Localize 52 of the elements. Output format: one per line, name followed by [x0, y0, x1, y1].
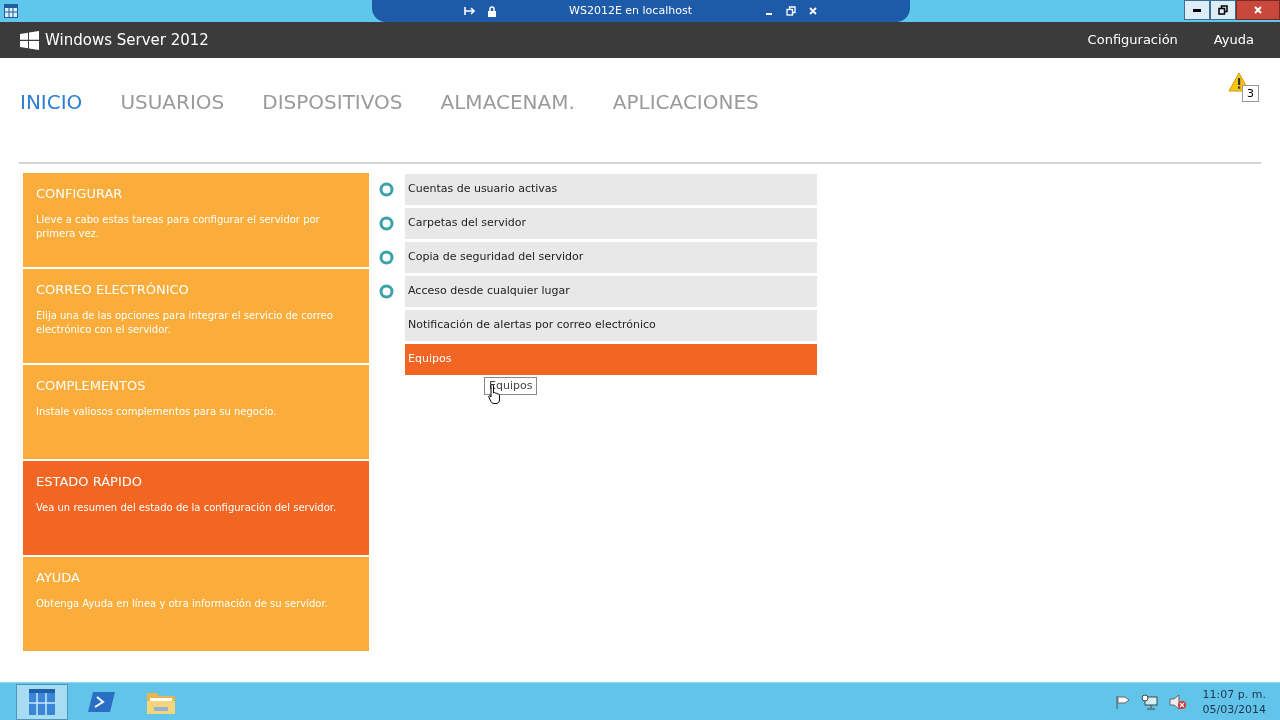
start-tiles-icon — [28, 687, 56, 716]
category-description: Elija una de las opciones para integrar el servicio de correo electrónico con el servidor. — [36, 308, 334, 337]
task-item[interactable]: Notificación de alertas por correo electrónico — [405, 310, 817, 341]
close-icon — [1253, 5, 1263, 15]
status-ring-icon — [379, 182, 394, 197]
category-description: Instale valiosos complementos para su negocio. — [36, 404, 278, 419]
task-item[interactable]: Equipos — [405, 344, 817, 375]
status-ring-icon — [379, 284, 394, 299]
close-icon[interactable] — [807, 6, 818, 16]
alert-count[interactable]: 3 — [1242, 85, 1259, 102]
category-title: COMPLEMENTOS — [36, 377, 147, 395]
muted-speaker-icon[interactable] — [1168, 693, 1187, 710]
app-icon[interactable] — [4, 4, 18, 18]
status-ring-icon — [379, 250, 394, 265]
header-link[interactable]: Ayuda — [1213, 30, 1254, 50]
product-title: Windows Server 2012 — [45, 29, 209, 51]
category-title: AYUDA — [36, 569, 81, 587]
header-link[interactable]: Configuración — [1087, 30, 1178, 50]
minimize-button[interactable] — [1184, 0, 1210, 20]
lock-icon — [487, 5, 498, 17]
task-item[interactable]: Acceso desde cualquier lugar — [405, 276, 817, 307]
category-title: CONFIGURAR — [36, 185, 124, 203]
restore-icon[interactable] — [785, 6, 796, 16]
flag-icon[interactable] — [1114, 694, 1131, 709]
nav-tab[interactable]: APLICACIONES — [612, 87, 759, 117]
category-description: Lleve a cabo estas tareas para configurar el servidor por primera vez. — [36, 212, 321, 241]
clock-date[interactable]: 05/03/2014 — [1202, 701, 1266, 717]
clock-time[interactable]: 11:07 p. m. — [1202, 686, 1266, 702]
nav-tab[interactable]: ALMACENAM. — [440, 87, 575, 117]
task-item[interactable]: Carpetas del servidor — [405, 208, 817, 239]
pin-icon[interactable] — [464, 6, 476, 16]
nav-tab[interactable]: DISPOSITIVOS — [262, 87, 403, 117]
powershell-icon[interactable] — [88, 690, 116, 713]
start-button[interactable] — [16, 683, 68, 720]
minimize-icon — [1193, 8, 1201, 12]
restore-icon — [1218, 5, 1228, 15]
category-title: CORREO ELECTRÓNICO — [36, 281, 190, 299]
category-description: Obtenga Ayuda en línea y otra información de su servidor. — [36, 596, 329, 611]
category-title: ESTADO RÁPIDO — [36, 473, 143, 491]
connection-title: WS2012E en localhost — [569, 2, 692, 19]
restore-button[interactable] — [1210, 0, 1236, 20]
nav-tab[interactable]: USUARIOS — [120, 87, 225, 117]
category-tile[interactable]: ESTADO RÁPIDO Vea un resumen del estado de la configuración del servidor. — [23, 461, 369, 555]
network-icon[interactable] — [1140, 693, 1159, 710]
status-ring-icon — [379, 216, 394, 231]
task-item[interactable]: Cuentas de usuario activas — [405, 174, 817, 205]
category-description: Vea un resumen del estado de la configuración del servidor. — [36, 500, 338, 515]
windows-logo-icon — [20, 30, 39, 50]
task-item[interactable]: Copia de seguridad del servidor — [405, 242, 817, 273]
nav-tab[interactable]: INICIO — [20, 87, 83, 117]
close-button[interactable] — [1236, 0, 1280, 20]
tooltip: Equipos — [484, 377, 538, 395]
